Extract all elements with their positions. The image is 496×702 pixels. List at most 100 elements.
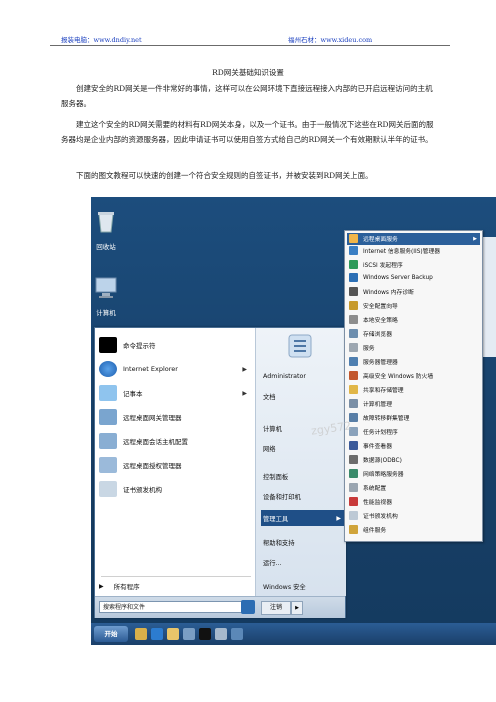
places-label: Windows 安全: [263, 583, 306, 591]
admin-tool-item[interactable]: 服务: [347, 342, 480, 354]
start-search-input[interactable]: 搜索程序和文件: [99, 601, 249, 613]
start-item-cmd[interactable]: 命令提示符: [99, 334, 253, 356]
rd-taskbar-icon[interactable]: [183, 628, 195, 640]
server-manager-taskbar-icon[interactable]: [135, 628, 147, 640]
all-programs-label: 所有程序: [113, 583, 140, 591]
places-control-panel[interactable]: 控制面板: [261, 468, 345, 484]
admin-tool-label: 安全配置向导: [363, 304, 398, 311]
admin-tool-item[interactable]: 故障转移群集管理: [347, 412, 480, 424]
security-wizard-icon: [349, 301, 358, 311]
admin-tool-label: 高级安全 Windows 防火墙: [363, 374, 434, 381]
start-item-ie[interactable]: Internet Explorer ▶: [99, 358, 253, 380]
places-windows-security[interactable]: Windows 安全: [261, 578, 345, 594]
admin-tool-item[interactable]: Internet 信息服务(IIS)管理器: [347, 245, 480, 257]
start-item-label: Internet Explorer: [123, 365, 178, 373]
firewall-icon: [349, 371, 358, 381]
search-icon[interactable]: [241, 600, 255, 614]
taskbar: 开始: [91, 623, 496, 645]
places-label: 文档: [263, 393, 276, 401]
admin-tool-item[interactable]: Windows Server Backup: [347, 272, 480, 284]
admin-tool-label: 证书颁发机构: [363, 514, 398, 521]
admin-tool-item[interactable]: 本地安全策略: [347, 314, 480, 326]
submenu-arrow-icon: ▶: [242, 389, 247, 397]
cmd-taskbar-icon[interactable]: [199, 628, 211, 640]
admin-tool-item[interactable]: 远程桌面服务 ▶: [347, 233, 480, 245]
recycle-bin-icon: [98, 212, 114, 233]
admin-tool-label: 系统配置: [363, 486, 387, 493]
admin-tool-item[interactable]: 高级安全 Windows 防火墙: [347, 370, 480, 382]
header-right-link[interactable]: 福州石材：www.xideu.com: [288, 34, 372, 44]
admin-tool-item[interactable]: 共享和存储管理: [347, 384, 480, 396]
admin-tools-submenu: 远程桌面服务 ▶ Internet 信息服务(IIS)管理器 iSCSI 发起程序…: [344, 230, 483, 542]
admin-tool-item[interactable]: 组件服务: [347, 524, 480, 536]
explorer-taskbar-icon[interactable]: [167, 628, 179, 640]
powershell-taskbar-icon[interactable]: [151, 628, 163, 640]
start-menu-bottom-bar: 搜索程序和文件 注销 ▶: [95, 596, 345, 618]
paragraph-2: 建立这个安全的RD网关需要的材料有RD网关本身，以及一个证书。由于一般情况下这些…: [61, 120, 434, 144]
start-item-notepad[interactable]: 记事本 ▶: [99, 382, 253, 404]
places-admin-tools[interactable]: 管理工具 ▶: [261, 510, 345, 526]
user-picture-icon: [288, 334, 312, 358]
admin-tool-item[interactable]: 存储浏览器: [347, 328, 480, 340]
places-help-support[interactable]: 帮助和支持: [261, 534, 345, 550]
component-services-icon: [349, 525, 358, 535]
places-label: 管理工具: [263, 515, 289, 523]
admin-tool-item[interactable]: Windows 内存诊断: [347, 286, 480, 298]
start-menu-programs: 命令提示符 Internet Explorer ▶ 记事本 ▶ 远程桌面网关管理…: [95, 328, 255, 596]
logoff-options-button[interactable]: ▶: [291, 601, 303, 615]
system-config-icon: [349, 483, 358, 493]
admin-tool-label: 故障转移群集管理: [363, 416, 410, 423]
tool-taskbar-icon[interactable]: [215, 628, 227, 640]
services-icon: [349, 343, 358, 353]
places-devices-printers[interactable]: 设备和打印机: [261, 488, 345, 504]
iis-icon: [349, 246, 358, 256]
places-label: Administrator: [263, 372, 306, 380]
document-title: RD网关基础知识设置: [212, 68, 284, 77]
places-documents[interactable]: 文档: [261, 388, 345, 404]
start-item-rd-gateway[interactable]: 远程桌面网关管理器: [99, 406, 253, 428]
admin-tool-item[interactable]: 安全配置向导: [347, 300, 480, 312]
admin-tool-item[interactable]: 系统配置: [347, 482, 480, 494]
start-item-rd-session[interactable]: 远程桌面会话主机配置: [99, 430, 253, 452]
desktop-icon-label: 计算机: [96, 309, 116, 317]
admin-tool-item[interactable]: 证书颁发机构: [347, 510, 480, 522]
server-manager-icon: [349, 357, 358, 367]
admin-tool-item[interactable]: 性能监视器: [347, 496, 480, 508]
admin-tool-item[interactable]: 任务计划程序: [347, 426, 480, 438]
desktop-icon-computer[interactable]: 计算机: [91, 273, 131, 317]
admin-tool-item[interactable]: 服务器管理器: [347, 356, 480, 368]
admin-tool-item[interactable]: 计算机管理: [347, 398, 480, 410]
computer-icon: [95, 277, 117, 298]
start-item-label: 记事本: [123, 390, 143, 398]
paragraph-1: 创建安全的RD网关是一件非常好的事情，这样可以在公网环境下直接远程接入内部的已开…: [61, 84, 433, 108]
logoff-button[interactable]: 注销: [261, 601, 291, 615]
share-storage-icon: [349, 385, 358, 395]
start-menu: 命令提示符 Internet Explorer ▶ 记事本 ▶ 远程桌面网关管理…: [94, 327, 346, 618]
admin-tool-item[interactable]: 事件查看器: [347, 440, 480, 452]
performance-monitor-icon: [349, 497, 358, 507]
desktop-icon-recycle-bin[interactable]: 回收站: [91, 207, 131, 251]
submenu-arrow-icon: ▶: [242, 365, 247, 373]
admin-tool-item[interactable]: 网络策略服务器: [347, 468, 480, 480]
admin-tool-label: 远程桌面服务: [363, 237, 398, 244]
iscsi-icon: [349, 260, 358, 270]
places-network[interactable]: 网络: [261, 440, 345, 456]
header-left-link[interactable]: 报装电脑：www.dndiy.net: [61, 34, 142, 44]
window-taskbar-icon[interactable]: [231, 628, 243, 640]
all-programs-arrow-icon: ▶: [99, 582, 104, 590]
admin-tool-label: 服务: [363, 346, 375, 353]
admin-tool-item[interactable]: 数据源(ODBC): [347, 454, 480, 466]
places-run[interactable]: 运行...: [261, 554, 345, 570]
start-menu-places: Administrator 文档 计算机 网络 控制面板 设备和打印机 管理工具…: [255, 328, 346, 596]
start-item-label: 命令提示符: [123, 342, 156, 350]
places-label: 控制面板: [263, 473, 289, 481]
admin-tool-label: 计算机管理: [363, 402, 392, 409]
start-button[interactable]: 开始: [94, 626, 128, 642]
admin-tool-item[interactable]: iSCSI 发起程序: [347, 259, 480, 271]
start-item-cert-authority[interactable]: 证书颁发机构: [99, 478, 253, 500]
start-item-rd-license[interactable]: 远程桌面授权管理器: [99, 454, 253, 476]
places-administrator[interactable]: Administrator: [261, 368, 345, 384]
all-programs-button[interactable]: ▶ 所有程序: [99, 578, 253, 594]
start-item-label: 证书颁发机构: [123, 486, 162, 494]
folder-icon: [349, 234, 358, 244]
